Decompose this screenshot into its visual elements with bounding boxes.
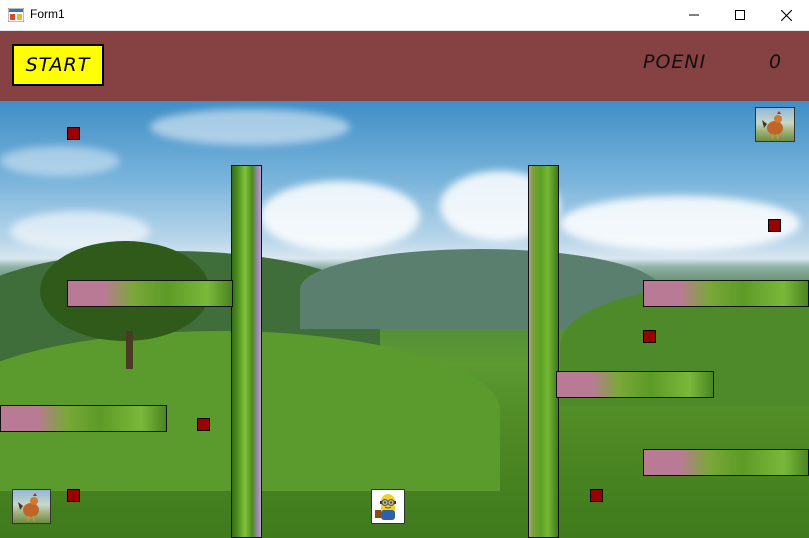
maximize-icon [735, 10, 745, 20]
game-area [0, 101, 809, 538]
coin [67, 127, 80, 140]
wall-horizontal [643, 280, 809, 307]
wall-vertical [528, 165, 559, 538]
coin [643, 330, 656, 343]
score-value: 0 [769, 51, 782, 73]
coin [768, 219, 781, 232]
rooster-enemy-icon [12, 489, 51, 524]
start-button[interactable]: START [12, 44, 104, 86]
maximize-button[interactable] [717, 0, 763, 30]
window-titlebar: Form1 [0, 0, 809, 31]
tree-trunk [126, 331, 133, 369]
cloud [150, 109, 350, 145]
wall-vertical [231, 165, 262, 538]
score-label: POENI [643, 51, 707, 73]
wall-horizontal [67, 280, 233, 307]
rooster-enemy-icon [755, 107, 795, 142]
cloud [0, 146, 120, 176]
minimize-button[interactable] [671, 0, 717, 30]
coin [197, 418, 210, 431]
wall-horizontal [0, 405, 167, 432]
score-panel: START POENI 0 [0, 31, 809, 101]
close-icon [780, 9, 792, 21]
minimize-icon [689, 14, 699, 16]
rooster-icon [18, 493, 39, 522]
window-title: Form1 [30, 7, 65, 21]
close-button[interactable] [763, 0, 809, 30]
app-icon [8, 8, 24, 22]
coin [590, 489, 603, 502]
cloud [560, 196, 800, 251]
minion-player-icon [371, 489, 405, 524]
wall-horizontal [643, 449, 809, 476]
rooster-icon [762, 111, 783, 140]
wall-horizontal [556, 371, 714, 398]
minion-icon [375, 494, 396, 520]
cloud [260, 181, 420, 251]
coin [67, 489, 80, 502]
